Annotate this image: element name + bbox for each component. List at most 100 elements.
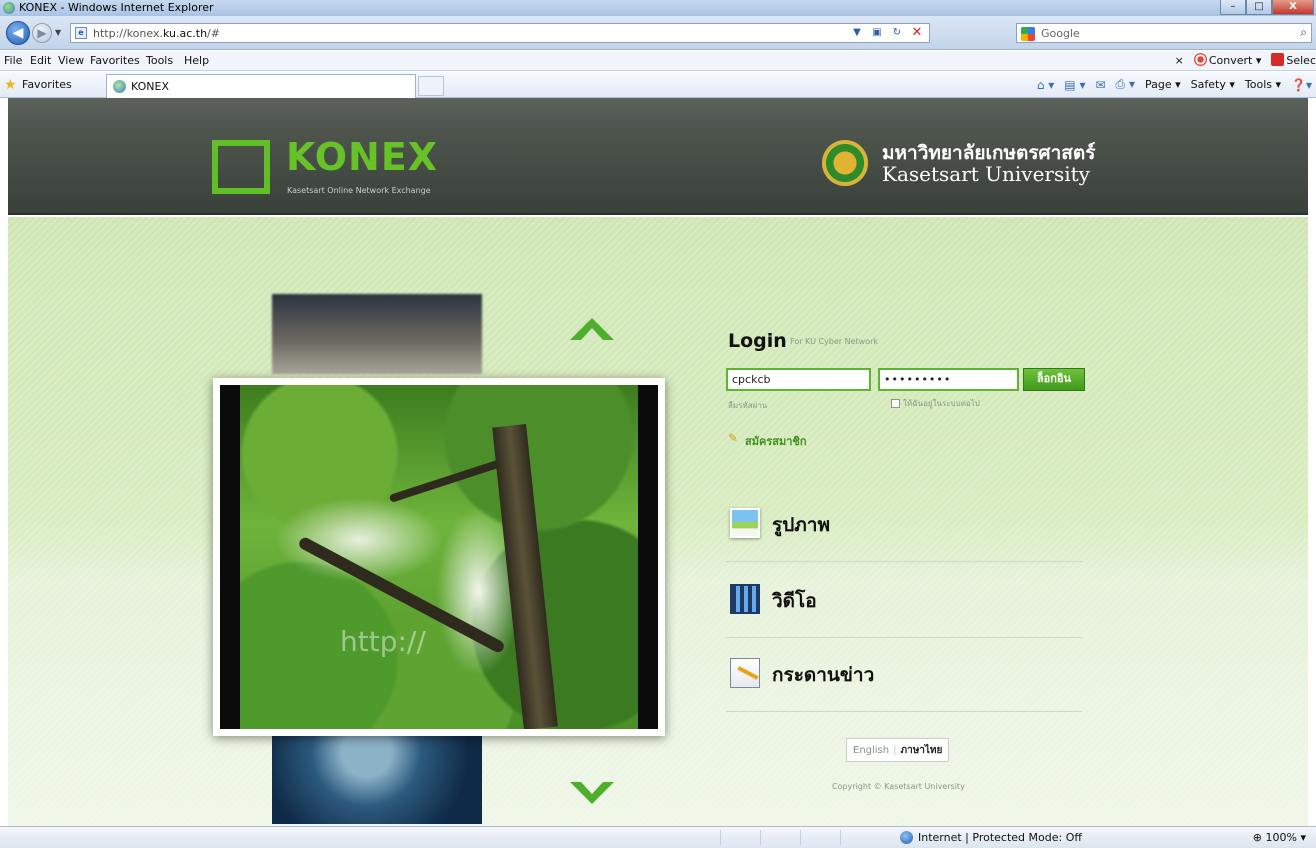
convert-icon <box>1193 53 1207 66</box>
zoom-level[interactable]: ⊕ 100% ▾ <box>1253 831 1306 844</box>
tab-label: KONEX <box>131 80 169 93</box>
video-icon <box>730 584 760 614</box>
forgot-password-link[interactable]: ลืมรหัสผ่าน <box>728 399 767 412</box>
tools-menu[interactable]: Tools ▾ <box>1245 78 1281 91</box>
status-segment <box>800 830 818 845</box>
photo-icon <box>730 508 760 538</box>
select-button[interactable]: Selec <box>1271 53 1316 67</box>
menu-view[interactable]: View <box>58 54 84 67</box>
url-text[interactable]: http://konex.ku.ac.th/# <box>93 27 220 40</box>
menu-bar: File Edit View Favorites Tools Help × Co… <box>0 51 1316 71</box>
ie-page-icon <box>113 80 126 93</box>
login-subtitle: For KU Cyber Network <box>790 337 879 346</box>
menu-help[interactable]: Help <box>184 54 209 67</box>
lang-thai-link[interactable]: ภาษาไทย <box>900 745 942 756</box>
photo-watermark: http:// <box>340 625 426 658</box>
internet-zone-icon <box>900 831 913 844</box>
konex-logo[interactable]: KONEX <box>286 135 438 179</box>
carousel-down-arrow-icon[interactable] <box>570 782 614 804</box>
section-board[interactable]: กระดานข่าว <box>726 636 1082 712</box>
help-icon[interactable]: ❓▾ <box>1291 78 1312 92</box>
register-icon: ✎ <box>728 431 739 445</box>
status-segment <box>760 830 778 845</box>
copyright-text: Copyright © Kasetsart University <box>832 782 965 791</box>
refresh-icon[interactable]: ↻ <box>889 25 905 41</box>
page-viewport: KONEX Kasetsart Online Network Exchange … <box>8 98 1308 826</box>
security-zone-text[interactable]: Internet | Protected Mode: Off <box>918 831 1082 844</box>
logo-subtitle: Kasetsart Online Network Exchange <box>287 186 431 195</box>
stop-icon[interactable]: ✕ <box>909 25 925 41</box>
close-toolbar-icon[interactable]: × <box>1175 54 1184 67</box>
page-icon: e <box>75 27 87 39</box>
back-button[interactable]: ◀ <box>6 21 30 45</box>
print-icon[interactable]: ⎙ ▾ <box>1116 77 1135 92</box>
login-button[interactable]: ล็อกอิน <box>1023 368 1085 391</box>
carousel-photo: http:// <box>220 385 658 729</box>
section-label: วิดีโอ <box>772 590 817 612</box>
carousel-main-frame[interactable]: http:// <box>213 378 665 736</box>
section-label: กระดานข่าว <box>772 664 875 686</box>
tab-konex[interactable]: KONEX <box>106 74 416 98</box>
status-bar: Internet | Protected Mode: Off ⊕ 100% ▾ <box>0 826 1316 848</box>
safety-menu[interactable]: Safety ▾ <box>1191 78 1235 91</box>
ku-seal-icon <box>822 140 868 186</box>
section-photos[interactable]: รูปภาพ <box>726 486 1082 562</box>
carousel-up-arrow-icon[interactable] <box>570 318 614 340</box>
pdf-icon <box>1271 53 1285 66</box>
board-icon <box>730 658 760 688</box>
tree-trunk <box>492 424 558 729</box>
close-button[interactable]: X <box>1272 0 1314 15</box>
address-input[interactable]: e http://konex.ku.ac.th/# ▼ ▣ ↻ ✕ <box>70 23 930 43</box>
address-tools: ▼ ▣ ↻ ✕ <box>849 25 925 41</box>
feeds-icon[interactable]: ▤ ▾ <box>1064 78 1085 92</box>
maximize-button[interactable]: □ <box>1246 0 1272 15</box>
favorites-star-icon[interactable]: ★ <box>4 77 17 93</box>
header-top-strip <box>8 98 1308 131</box>
addon-toolbar: × Convert ▾ Selec <box>1175 53 1316 67</box>
remember-me-label: ให้ฉันอยู่ในระบบต่อไป <box>903 399 980 408</box>
page-menu[interactable]: Page ▾ <box>1145 78 1181 91</box>
menu-file[interactable]: File <box>4 54 22 67</box>
new-tab-button[interactable] <box>418 76 444 96</box>
search-placeholder: Google <box>1041 27 1080 40</box>
favorites-bar: ★ Favorites KONEX ⌂ ▾ ▤ ▾ ✉ ⎙ ▾ Page ▾ S… <box>0 72 1316 98</box>
lang-english-link[interactable]: English <box>853 745 889 756</box>
university-name-english: Kasetsart University <box>882 162 1090 186</box>
minimize-button[interactable]: – <box>1220 0 1246 15</box>
menu-favorites[interactable]: Favorites <box>90 54 140 67</box>
home-icon[interactable]: ⌂ ▾ <box>1037 78 1054 92</box>
compatibility-icon[interactable]: ▣ <box>869 25 885 41</box>
address-dropdown-icon[interactable]: ▼ <box>849 25 865 41</box>
search-input[interactable]: Google ⌕ <box>1016 23 1312 43</box>
section-label: รูปภาพ <box>772 514 830 536</box>
login-title: Login <box>728 330 787 352</box>
menu-edit[interactable]: Edit <box>30 54 51 67</box>
konex-logo-square <box>212 140 270 194</box>
google-icon <box>1021 27 1035 41</box>
command-bar: ⌂ ▾ ▤ ▾ ✉ ⎙ ▾ Page ▾ Safety ▾ Tools ▾ ❓▾ <box>1037 77 1312 92</box>
register-link[interactable]: สมัครสมาชิก <box>745 432 807 450</box>
lang-separator: | <box>893 745 897 756</box>
password-input[interactable] <box>878 368 1019 391</box>
username-input[interactable] <box>726 368 871 391</box>
remember-me-checkbox[interactable] <box>891 399 900 408</box>
tree-photo: http:// <box>240 385 638 729</box>
menu-tools[interactable]: Tools <box>146 54 173 67</box>
status-segment <box>840 830 858 845</box>
window-title: KONEX - Windows Internet Explorer <box>19 1 214 14</box>
history-dropdown-icon[interactable]: ▼ <box>55 28 61 37</box>
section-videos[interactable]: วิดีโอ <box>726 562 1082 638</box>
forward-button[interactable]: ▶ <box>32 23 52 43</box>
convert-button[interactable]: Convert ▾ <box>1193 53 1261 67</box>
favorites-button[interactable]: Favorites <box>22 78 72 91</box>
ie-logo-icon <box>3 2 15 14</box>
carousel-next-thumbnail[interactable] <box>272 734 482 824</box>
address-toolbar: ◀ ▶ ▼ e http://konex.ku.ac.th/# ▼ ▣ ↻ ✕ … <box>0 16 1316 50</box>
site-header <box>8 131 1308 215</box>
window-controls: – □ X <box>1220 0 1314 16</box>
language-switcher: English | ภาษาไทย <box>846 738 950 762</box>
mail-icon[interactable]: ✉ <box>1095 78 1105 92</box>
carousel-prev-thumbnail[interactable] <box>272 294 482 374</box>
status-segment <box>720 830 738 845</box>
search-icon[interactable]: ⌕ <box>1300 25 1307 40</box>
